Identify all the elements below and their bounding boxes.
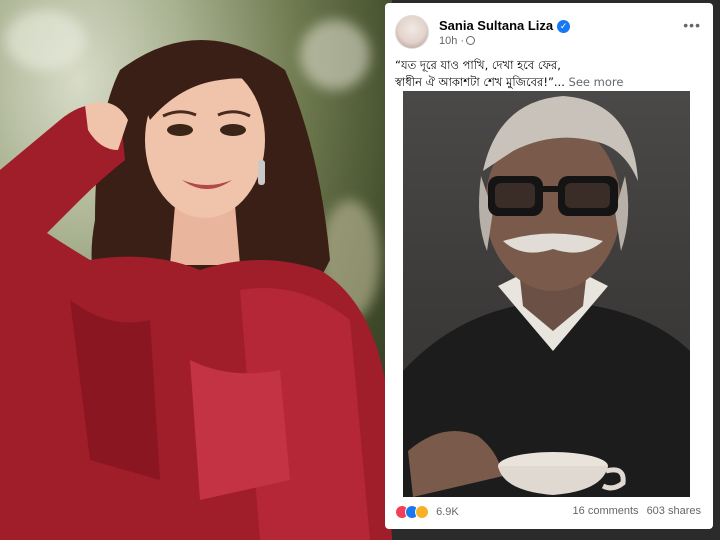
see-more-link[interactable]: See more [569,75,624,89]
reactions-summary[interactable]: 6.9K [395,505,459,519]
reaction-count[interactable]: 6.9K [436,506,459,518]
author-avatar[interactable] [395,15,429,49]
comments-count[interactable]: 16 comments [573,505,639,517]
post-image[interactable] [403,91,690,497]
more-horizontal-icon[interactable]: ••• [683,17,701,33]
post-text: “যত দূরে যাও পাখি, দেখা হবে ফের, স্বাধীন… [395,57,703,91]
post-stats: 16 comments 603 shares [565,505,701,517]
verified-badge-icon: ✓ [557,20,571,33]
post-header: Sania Sultana Liza ✓ 10h · ••• [395,15,703,51]
post-text-line-2: স্বাধীন ঐ আকাশটা শেখ মুজিবের!”... [395,75,565,89]
post-meta: 10h · [439,35,476,47]
author-name[interactable]: Sania Sultana Liza ✓ [439,18,571,33]
haha-icon [415,505,429,519]
facebook-post-card: Sania Sultana Liza ✓ 10h · ••• “যত দূরে য… [385,3,713,529]
woman-figure [0,40,392,540]
post-footer: 6.9K 16 comments 603 shares [395,505,701,523]
portrait-photo [0,0,392,540]
author-name-text[interactable]: Sania Sultana Liza [439,18,553,33]
post-text-line-1: “যত দূরে যাও পাখি, দেখা হবে ফের, [395,58,561,72]
shares-count[interactable]: 603 shares [647,505,701,517]
portrait-illustration [403,96,690,497]
post-time[interactable]: 10h [439,35,457,47]
globe-icon [466,36,476,45]
